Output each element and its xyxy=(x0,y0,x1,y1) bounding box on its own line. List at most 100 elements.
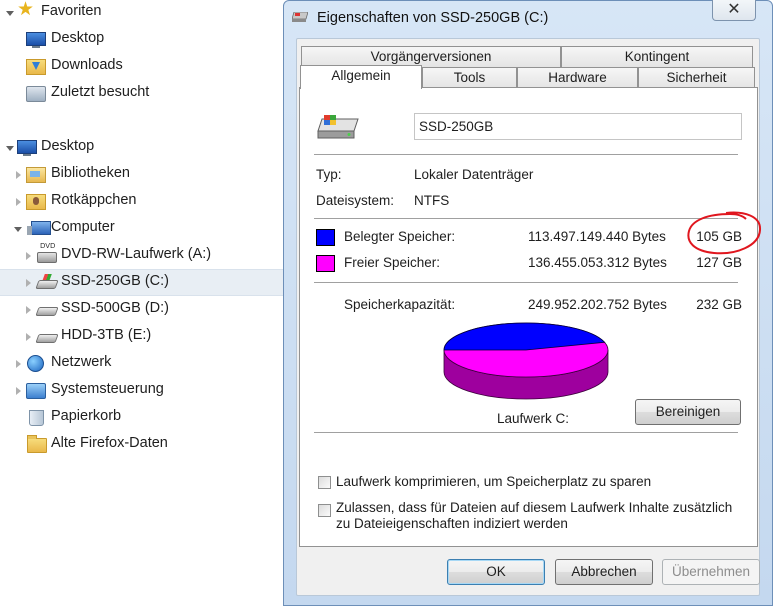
tab-quota[interactable]: Kontingent xyxy=(561,46,753,67)
desktop-icon xyxy=(26,32,46,48)
collapse-arrow-icon[interactable] xyxy=(14,227,22,232)
recent-places-icon xyxy=(26,86,46,102)
free-space-bytes: 136.455.053.312 Bytes xyxy=(528,255,667,270)
nav-item-dvd-drive[interactable]: DVD-RW-Laufwerk (A:) xyxy=(0,242,284,269)
drive-title-icon xyxy=(292,12,308,22)
nav-item-downloads[interactable]: Downloads xyxy=(0,54,284,80)
collapse-arrow-icon[interactable] xyxy=(6,11,14,16)
expand-arrow-icon[interactable] xyxy=(26,252,31,260)
cleanup-button[interactable]: Bereinigen xyxy=(635,399,741,425)
filesystem-label: Dateisystem: xyxy=(316,193,395,208)
system-drive-icon xyxy=(35,280,59,289)
general-tab-page: Typ: Lokaler Datenträger Dateisystem: NT… xyxy=(299,87,758,547)
nav-item-recent-places[interactable]: Zuletzt besucht xyxy=(0,81,284,107)
navigation-pane: ★ Favoriten Desktop Downloads Zuletzt be… xyxy=(0,0,284,606)
nav-item-label: HDD-3TB (E:) xyxy=(61,327,152,343)
nav-item-recycle-bin[interactable]: Papierkorb xyxy=(0,405,284,431)
used-space-size: 105 GB xyxy=(696,229,742,244)
nav-item-label: Favoriten xyxy=(41,3,102,19)
cancel-button[interactable]: Abbrechen xyxy=(555,559,653,585)
separator xyxy=(314,282,738,283)
desktop-icon xyxy=(17,140,37,156)
expand-arrow-icon[interactable] xyxy=(16,198,21,206)
expand-arrow-icon[interactable] xyxy=(16,387,21,395)
separator xyxy=(314,154,738,155)
nav-item-label: Systemsteuerung xyxy=(51,381,164,397)
expand-arrow-icon[interactable] xyxy=(16,171,21,179)
capacity-size: 232 GB xyxy=(696,297,742,312)
tab-hardware[interactable]: Hardware xyxy=(517,67,638,88)
nav-item-desktop-favorite[interactable]: Desktop xyxy=(0,27,284,53)
index-content-checkbox[interactable] xyxy=(318,504,331,517)
expand-arrow-icon[interactable] xyxy=(26,333,31,341)
tab-tools[interactable]: Tools xyxy=(422,67,517,88)
hard-drive-icon xyxy=(35,307,59,316)
nav-item-label: Desktop xyxy=(51,30,105,46)
disk-usage-pie-chart xyxy=(443,322,609,400)
network-icon xyxy=(27,355,44,372)
hard-drive-icon xyxy=(35,334,59,343)
nav-item-label: Desktop xyxy=(41,138,95,154)
separator xyxy=(314,432,738,433)
control-panel-icon xyxy=(26,383,46,399)
nav-item-user[interactable]: Rotkäppchen xyxy=(0,189,284,215)
star-icon: ★ xyxy=(17,0,35,20)
nav-item-label: Computer xyxy=(51,219,115,235)
user-folder-icon xyxy=(26,194,46,210)
expand-arrow-icon[interactable] xyxy=(16,360,21,368)
tab-general[interactable]: Allgemein xyxy=(300,65,422,89)
libraries-icon xyxy=(26,167,46,183)
properties-dialog: Eigenschaften von SSD-250GB (C:) ✕ Vorgä… xyxy=(283,0,773,606)
nav-item-label: SSD-500GB (D:) xyxy=(61,300,169,316)
nav-item-libraries[interactable]: Bibliotheken xyxy=(0,162,284,188)
apply-button[interactable]: Übernehmen xyxy=(662,559,760,585)
nav-item-label: SSD-250GB (C:) xyxy=(61,273,169,289)
folder-icon xyxy=(27,435,47,453)
nav-item-label: Zuletzt besucht xyxy=(51,84,150,100)
nav-item-desktop[interactable]: Desktop xyxy=(0,135,284,161)
drive-name-input[interactable] xyxy=(414,113,742,140)
nav-item-drive-e[interactable]: HDD-3TB (E:) xyxy=(0,324,284,350)
nav-item-network[interactable]: Netzwerk xyxy=(0,351,284,377)
collapse-arrow-icon[interactable] xyxy=(6,146,14,151)
free-space-label: Freier Speicher: xyxy=(344,255,441,270)
compress-drive-checkbox[interactable] xyxy=(318,476,331,489)
used-space-label: Belegter Speicher: xyxy=(344,229,456,244)
nav-item-label: Bibliotheken xyxy=(51,165,130,181)
type-label: Typ: xyxy=(316,167,342,182)
expand-arrow-icon[interactable] xyxy=(26,279,31,287)
close-button[interactable]: ✕ xyxy=(712,0,756,21)
tab-previous-versions[interactable]: Vorgängerversionen xyxy=(301,46,561,67)
drive-large-icon xyxy=(317,115,359,139)
nav-item-label: DVD-RW-Laufwerk (A:) xyxy=(61,246,212,262)
nav-item-control-panel[interactable]: Systemsteuerung xyxy=(0,378,284,404)
nav-item-label: Netzwerk xyxy=(51,354,112,370)
nav-item-firefox-data[interactable]: Alte Firefox-Daten xyxy=(0,432,284,458)
filesystem-value: NTFS xyxy=(414,193,450,208)
index-content-label-line1: Zulassen, dass für Dateien auf diesem La… xyxy=(336,500,733,515)
nav-item-drive-c[interactable]: SSD-250GB (C:) xyxy=(0,269,284,296)
free-space-swatch xyxy=(316,255,335,272)
drive-caption: Laufwerk C: xyxy=(497,411,570,426)
dvd-drive-icon xyxy=(37,242,57,263)
nav-item-label: Rotkäppchen xyxy=(51,192,137,208)
nav-item-drive-d[interactable]: SSD-500GB (D:) xyxy=(0,297,284,323)
type-value: Lokaler Datenträger xyxy=(414,167,534,182)
recycle-bin-icon xyxy=(29,410,44,426)
nav-item-label: Downloads xyxy=(51,57,123,73)
downloads-folder-icon xyxy=(26,59,46,75)
free-space-size: 127 GB xyxy=(696,255,742,270)
dialog-title: Eigenschaften von SSD-250GB (C:) xyxy=(317,10,549,26)
expand-arrow-icon[interactable] xyxy=(26,306,31,314)
nav-item-label: Papierkorb xyxy=(51,408,122,424)
tab-security[interactable]: Sicherheit xyxy=(638,67,755,88)
ok-button[interactable]: OK xyxy=(447,559,545,585)
used-space-swatch xyxy=(316,229,335,246)
nav-item-favorites[interactable]: ★ Favoriten xyxy=(0,0,284,26)
compress-drive-label: Laufwerk komprimieren, um Speicherplatz … xyxy=(336,474,652,489)
index-content-label-line2: zu Dateieigenschaften indiziert werden xyxy=(336,516,568,531)
computer-icon xyxy=(27,221,51,235)
nav-item-computer[interactable]: Computer xyxy=(0,216,284,242)
capacity-label: Speicherkapazität: xyxy=(344,297,456,312)
separator xyxy=(314,218,738,219)
